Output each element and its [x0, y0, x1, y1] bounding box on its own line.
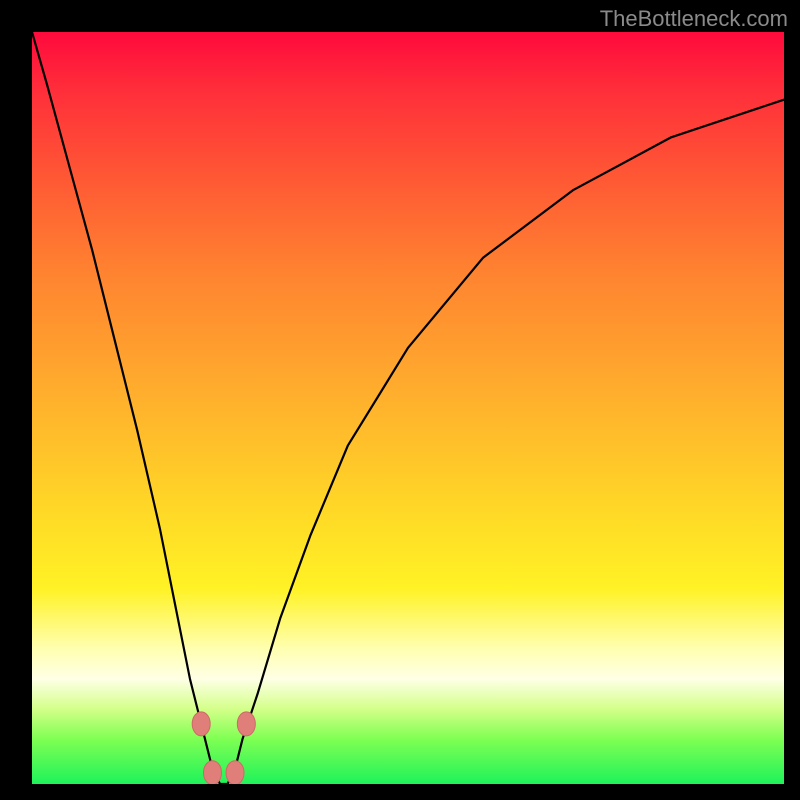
chart-plot-area [32, 32, 784, 784]
bottleneck-curve [32, 32, 784, 784]
chart-frame: TheBottleneck.com [0, 0, 800, 800]
chart-svg [32, 32, 784, 784]
curve-marker [192, 712, 210, 736]
curve-marker [237, 712, 255, 736]
curve-marker [203, 761, 221, 784]
curve-markers [192, 712, 255, 784]
curve-marker [226, 761, 244, 784]
watermark-text: TheBottleneck.com [600, 6, 788, 32]
